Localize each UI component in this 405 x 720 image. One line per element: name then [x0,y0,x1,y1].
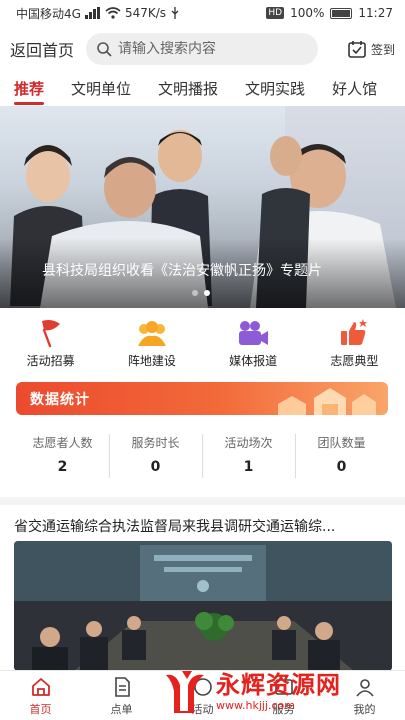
quick-menu: 活动招募 阵地建设 媒体报道 志愿典型 [0,318,405,372]
home-icon [31,678,50,696]
watermark-logo-icon [166,671,204,713]
back-home-link[interactable]: 返回首页 [10,37,74,61]
battery-percent: 100% [290,6,325,20]
stat-team-count: 团队数量 0 [295,420,388,488]
carousel-dot[interactable] [192,290,198,296]
stat-value: 0 [150,458,161,475]
stat-value: 0 [336,458,347,475]
tab-civilized-broadcast[interactable]: 文明播报 [158,78,218,105]
order-icon [114,677,130,697]
usb-icon [171,7,179,19]
status-left: 中国移动4G 547K/s [16,5,180,22]
section-divider [0,497,405,505]
wifi-icon [105,7,121,19]
quick-menu-position-building[interactable]: 阵地建设 [101,318,202,372]
nav-order[interactable]: 点单 [81,671,162,720]
quick-menu-volunteer-model[interactable]: 志愿典型 [304,318,405,372]
status-bar: 中国移动4G 547K/s HD 100% 11:27 [0,0,405,26]
clock: 11:27 [358,6,393,20]
status-right: HD 100% 11:27 [266,6,393,20]
stat-activity-count: 活动场次 1 [202,420,295,488]
thumbs-up-icon [337,318,371,348]
nav-label: 首页 [29,703,52,716]
news-image[interactable] [14,541,392,671]
stat-label: 活动场次 [224,435,273,450]
battery-icon [330,7,353,19]
stat-value: 2 [57,458,68,475]
tab-civilized-practice[interactable]: 文明实践 [245,78,305,105]
search-icon [97,42,112,57]
quick-menu-label: 活动招募 [26,354,75,368]
tab-civilized-units[interactable]: 文明单位 [71,78,131,105]
quick-menu-media-report[interactable]: 媒体报道 [203,318,304,372]
quick-menu-label: 媒体报道 [229,354,278,368]
top-bar: 返回首页 签到 [0,32,405,66]
watermark-text: 永辉资源网 www.hkjjj.com [216,671,341,713]
video-camera-icon [236,318,270,348]
watermark-main: 永辉资源网 [216,671,341,699]
tab-good-people-hall[interactable]: 好人馆 [332,78,377,105]
search-box[interactable] [86,33,319,65]
watermark: 永辉资源网 www.hkjjj.com [162,664,400,720]
banner-caption: 县科技局组织收看《法治安徽帆正扬》专题片 [42,263,322,279]
stat-service-hours: 服务时长 0 [109,420,202,488]
group-icon [135,318,169,348]
category-tabs: 推荐 文明单位 文明播报 文明实践 好人馆 [0,78,405,106]
carrier-label: 中国移动4G [16,6,81,21]
hd-badge: HD [266,7,285,19]
building-illustration-icon [278,388,376,415]
nav-home[interactable]: 首页 [0,671,81,720]
banner-carousel[interactable]: 县科技局组织收看《法治安徽帆正扬》专题片 [0,106,405,308]
calendar-check-icon [348,41,366,58]
checkin-button[interactable]: 签到 [347,39,395,59]
watermark-sub: www.hkjjj.com [216,699,295,712]
news-photo [14,541,392,671]
quick-menu-label: 阵地建设 [127,354,176,368]
stat-volunteers: 志愿者人数 2 [16,420,109,488]
search-input[interactable] [118,41,299,57]
stats-title: 数据统计 [30,392,90,408]
nav-label: 点单 [110,703,133,716]
stat-value: 1 [243,458,254,475]
stats-header: 数据统计 [16,382,388,415]
network-speed: 547K/s [124,6,167,20]
carousel-dots [192,290,210,296]
flag-icon [34,318,68,348]
checkin-label: 签到 [370,42,395,57]
news-title[interactable]: 省交通运输综合执法监督局来我县调研交通运输综... [14,516,392,536]
stats-body: 志愿者人数 2 服务时长 0 活动场次 1 团队数量 0 [16,420,388,488]
quick-menu-label: 志愿典型 [330,354,379,368]
tab-recommend[interactable]: 推荐 [14,78,45,105]
signal-icon [84,7,100,19]
quick-menu-activity-recruit[interactable]: 活动招募 [0,318,101,372]
carousel-dot-active[interactable] [204,290,210,296]
stat-label: 志愿者人数 [32,435,93,450]
stat-label: 服务时长 [131,435,180,450]
stat-label: 团队数量 [317,435,366,450]
